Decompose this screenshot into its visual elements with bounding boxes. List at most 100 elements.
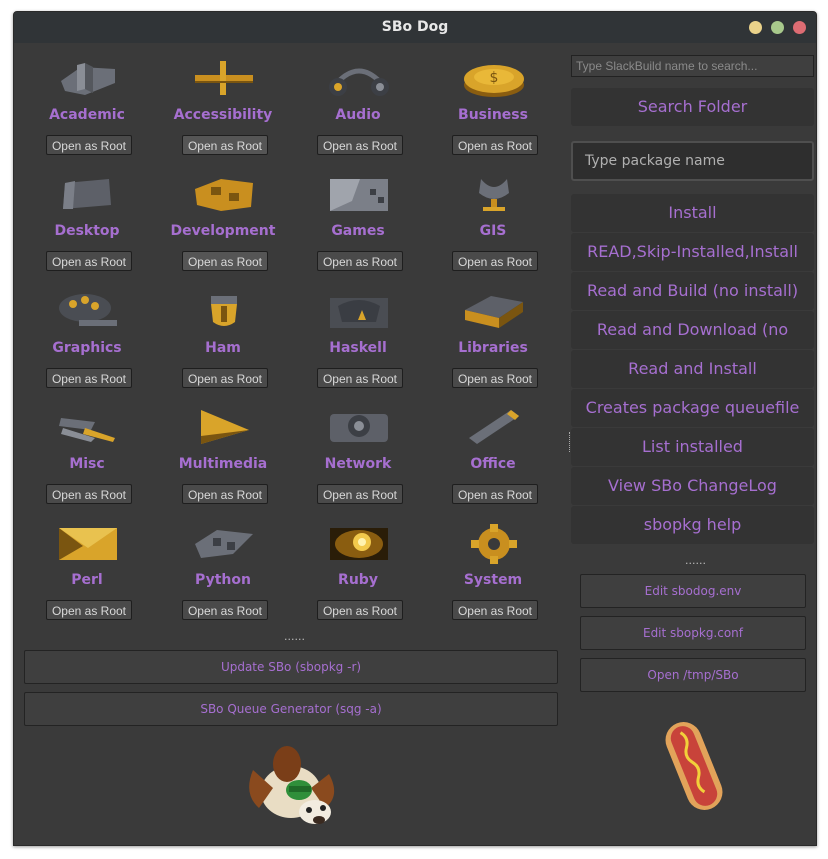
category-label: Academic [49, 107, 125, 123]
update-sbo-button[interactable]: Update SBo (sbopkg -r) [24, 650, 558, 684]
splitter-handle[interactable] [569, 432, 572, 452]
open-as-root-button[interactable]: Open as Root [182, 251, 268, 271]
read-skip-installed-install-button[interactable]: READ,Skip-Installed,Install [571, 233, 814, 271]
multimedia-icon[interactable] [191, 408, 257, 448]
search-folder-button[interactable]: Search Folder [571, 88, 814, 126]
open-as-root-button[interactable]: Open as Root [182, 484, 268, 504]
category-label: Libraries [458, 340, 528, 356]
network-icon[interactable] [326, 408, 392, 448]
right-separator-dots: ...... [685, 554, 706, 567]
open-as-root-button[interactable]: Open as Root [46, 251, 132, 271]
queue-generator-button[interactable]: SBo Queue Generator (sqg -a) [24, 692, 558, 726]
category-perl: Perl Open as Root [27, 522, 147, 632]
category-label: Misc [69, 456, 105, 472]
category-label: GIS [479, 223, 507, 239]
read-and-install-button[interactable]: Read and Install [571, 350, 814, 388]
open-as-root-button[interactable]: Open as Root [317, 600, 403, 620]
development-icon[interactable] [191, 175, 257, 215]
category-label: Office [470, 456, 516, 472]
category-audio: Audio Open as Root [298, 57, 418, 167]
left-separator-dots: ...... [284, 630, 305, 643]
category-python: Python Open as Root [163, 522, 283, 632]
window-title: SBo Dog [381, 19, 449, 35]
list-installed-button[interactable]: List installed [571, 428, 814, 466]
academic-icon[interactable] [55, 59, 121, 99]
create-queuefile-button[interactable]: Creates package queuefile [571, 389, 814, 427]
haskell-icon[interactable] [326, 292, 392, 332]
open-as-root-button[interactable]: Open as Root [452, 368, 538, 388]
misc-icon[interactable] [55, 408, 121, 448]
open-as-root-button[interactable]: Open as Root [182, 368, 268, 388]
view-changelog-button[interactable]: View SBo ChangeLog [571, 467, 814, 505]
slackbuild-search-input[interactable]: Type SlackBuild name to search... [571, 55, 814, 77]
accessibility-icon[interactable] [191, 59, 257, 99]
open-as-root-button[interactable]: Open as Root [46, 135, 132, 155]
category-label: Python [195, 572, 251, 588]
package-name-input[interactable]: Type package name [571, 141, 814, 181]
system-icon[interactable] [461, 524, 527, 564]
category-network: Network Open as Root [298, 406, 418, 516]
category-label: Ruby [338, 572, 378, 588]
category-label: Graphics [52, 340, 122, 356]
category-haskell: Haskell Open as Root [298, 290, 418, 400]
business-icon[interactable]: $ [461, 59, 527, 99]
category-label: Haskell [329, 340, 387, 356]
category-gis: GIS Open as Root [433, 173, 553, 283]
edit-sbopkg-conf-button[interactable]: Edit sbopkg.conf [580, 616, 806, 650]
audio-icon[interactable] [326, 59, 392, 99]
category-business: $ Business Open as Root [433, 57, 553, 167]
category-libraries: Libraries Open as Root [433, 290, 553, 400]
python-icon[interactable] [191, 524, 257, 564]
category-label: Development [170, 223, 276, 239]
dog-mascot-icon [249, 746, 335, 824]
minimize-button[interactable] [749, 21, 762, 34]
open-as-root-button[interactable]: Open as Root [182, 135, 268, 155]
category-label: Business [458, 107, 528, 123]
games-icon[interactable] [326, 175, 392, 215]
category-misc: Misc Open as Root [27, 406, 147, 516]
open-tmp-sbo-button[interactable]: Open /tmp/SBo [580, 658, 806, 692]
gis-icon[interactable] [461, 175, 527, 215]
hotdog-icon [665, 722, 723, 810]
category-development: Development Open as Root [163, 173, 283, 283]
install-button[interactable]: Install [571, 194, 814, 232]
open-as-root-button[interactable]: Open as Root [317, 484, 403, 504]
edit-sbodog-env-button[interactable]: Edit sbodog.env [580, 574, 806, 608]
category-label: Ham [205, 340, 241, 356]
title-bar: SBo Dog [14, 12, 816, 43]
maximize-button[interactable] [771, 21, 784, 34]
svg-text:$: $ [490, 70, 499, 86]
ham-icon[interactable] [191, 292, 257, 332]
category-label: Audio [335, 107, 381, 123]
office-icon[interactable] [461, 408, 527, 448]
category-label: Perl [71, 572, 103, 588]
category-games: Games Open as Root [298, 173, 418, 283]
category-label: System [463, 572, 523, 588]
sbopkg-help-button[interactable]: sbopkg help [571, 506, 814, 544]
category-multimedia: Multimedia Open as Root [163, 406, 283, 516]
perl-icon[interactable] [55, 524, 121, 564]
libraries-icon[interactable] [461, 292, 527, 332]
open-as-root-button[interactable]: Open as Root [46, 368, 132, 388]
category-label: Accessibility [173, 107, 273, 123]
category-graphics: Graphics Open as Root [27, 290, 147, 400]
read-and-download-button[interactable]: Read and Download (no build)) [571, 311, 814, 377]
open-as-root-button[interactable]: Open as Root [452, 484, 538, 504]
open-as-root-button[interactable]: Open as Root [182, 600, 268, 620]
open-as-root-button[interactable]: Open as Root [317, 135, 403, 155]
read-and-build-button[interactable]: Read and Build (no install) [571, 272, 814, 310]
close-button[interactable] [793, 21, 806, 34]
open-as-root-button[interactable]: Open as Root [452, 600, 538, 620]
open-as-root-button[interactable]: Open as Root [317, 368, 403, 388]
desktop-icon[interactable] [55, 175, 121, 215]
category-ham: Ham Open as Root [163, 290, 283, 400]
category-academic: Academic Open as Root [27, 57, 147, 167]
open-as-root-button[interactable]: Open as Root [317, 251, 403, 271]
open-as-root-button[interactable]: Open as Root [46, 600, 132, 620]
category-label: Desktop [54, 223, 120, 239]
open-as-root-button[interactable]: Open as Root [452, 251, 538, 271]
open-as-root-button[interactable]: Open as Root [452, 135, 538, 155]
graphics-icon[interactable] [55, 292, 121, 332]
ruby-icon[interactable] [326, 524, 392, 564]
open-as-root-button[interactable]: Open as Root [46, 484, 132, 504]
